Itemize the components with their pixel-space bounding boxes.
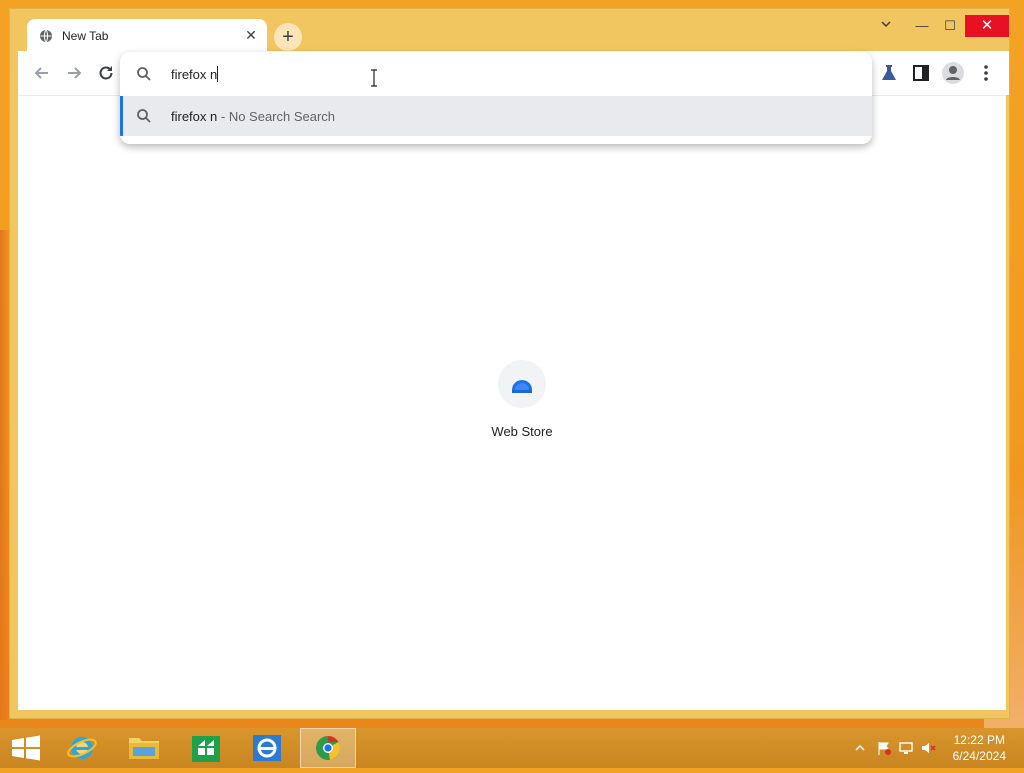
- new-tab-page: Web Store: [18, 95, 1006, 710]
- web-store-tile: [498, 360, 546, 408]
- suggestion-separator: -: [217, 109, 229, 124]
- clock[interactable]: 12:22 PM 6/24/2024: [953, 732, 1006, 764]
- tab-close-button[interactable]: ✕: [243, 27, 259, 43]
- profile-avatar[interactable]: [942, 62, 964, 84]
- windows-logo-icon: [12, 735, 40, 761]
- person-icon: [946, 66, 960, 80]
- internet-explorer-icon: [67, 737, 97, 759]
- system-tray: 12:22 PM 6/24/2024: [844, 728, 1024, 768]
- forward-arrow-icon[interactable]: [64, 63, 84, 83]
- taskbar-internet-explorer[interactable]: [54, 728, 110, 768]
- omnibox-input[interactable]: firefox n: [120, 52, 872, 96]
- taskbar-chrome[interactable]: [300, 728, 356, 768]
- maximize-button[interactable]: ☐: [936, 15, 964, 37]
- volume-muted-icon[interactable]: [920, 740, 936, 756]
- network-icon[interactable]: [898, 740, 914, 756]
- shortcut-label: Web Store: [491, 424, 553, 439]
- new-tab-button[interactable]: +: [274, 23, 302, 51]
- tab-title: New Tab: [62, 29, 109, 43]
- search-icon: [137, 109, 151, 123]
- text-caret: [217, 66, 219, 82]
- labs-flask-icon[interactable]: [879, 63, 899, 83]
- taskbar-internet-explorer-pinned[interactable]: [239, 728, 295, 768]
- internet-explorer-tile-icon: [253, 735, 281, 761]
- tab-new-tab[interactable]: New Tab ✕: [27, 19, 267, 53]
- taskbar-store[interactable]: [178, 728, 234, 768]
- taskbar: 12:22 PM 6/24/2024: [0, 728, 1024, 768]
- web-store-icon: [512, 380, 532, 393]
- action-center-flag-icon[interactable]: [876, 740, 892, 756]
- omnibox-query: firefox n: [171, 67, 218, 82]
- omnibox-dropdown: firefox n firefox n - No Search Search: [120, 52, 872, 144]
- start-button[interactable]: [0, 728, 56, 768]
- folder-icon: [129, 738, 159, 759]
- suggestion-query: firefox n: [171, 109, 218, 124]
- clock-date: 6/24/2024: [952, 749, 1006, 763]
- reload-icon[interactable]: [96, 63, 116, 83]
- omnibox-text[interactable]: firefox n: [171, 66, 219, 82]
- omnibox-suggestion[interactable]: firefox n - No Search Search: [120, 96, 872, 136]
- taskbar-file-explorer[interactable]: [116, 728, 172, 768]
- show-hidden-icons-icon[interactable]: [852, 740, 868, 756]
- chrome-icon: [316, 736, 340, 760]
- suggestion-description: No Search Search: [228, 109, 336, 124]
- minimize-button[interactable]: —: [908, 15, 936, 37]
- more-menu-icon[interactable]: [976, 63, 996, 83]
- back-arrow-icon[interactable]: [32, 63, 52, 83]
- text-cursor-icon: [371, 69, 377, 87]
- globe-icon: [40, 29, 52, 43]
- tab-search-button[interactable]: [872, 15, 900, 37]
- close-window-button[interactable]: ✕: [965, 15, 1009, 37]
- selection-indicator: [120, 96, 123, 136]
- suggestion-text: firefox n - No Search Search: [171, 109, 335, 124]
- clock-time: 12:22 PM: [953, 733, 1005, 747]
- chevron-down-icon: [881, 21, 891, 28]
- search-icon: [137, 67, 151, 81]
- shortcut-web-store[interactable]: Web Store: [480, 360, 564, 439]
- store-bag-icon: [192, 736, 220, 762]
- side-panel-icon[interactable]: [911, 63, 931, 83]
